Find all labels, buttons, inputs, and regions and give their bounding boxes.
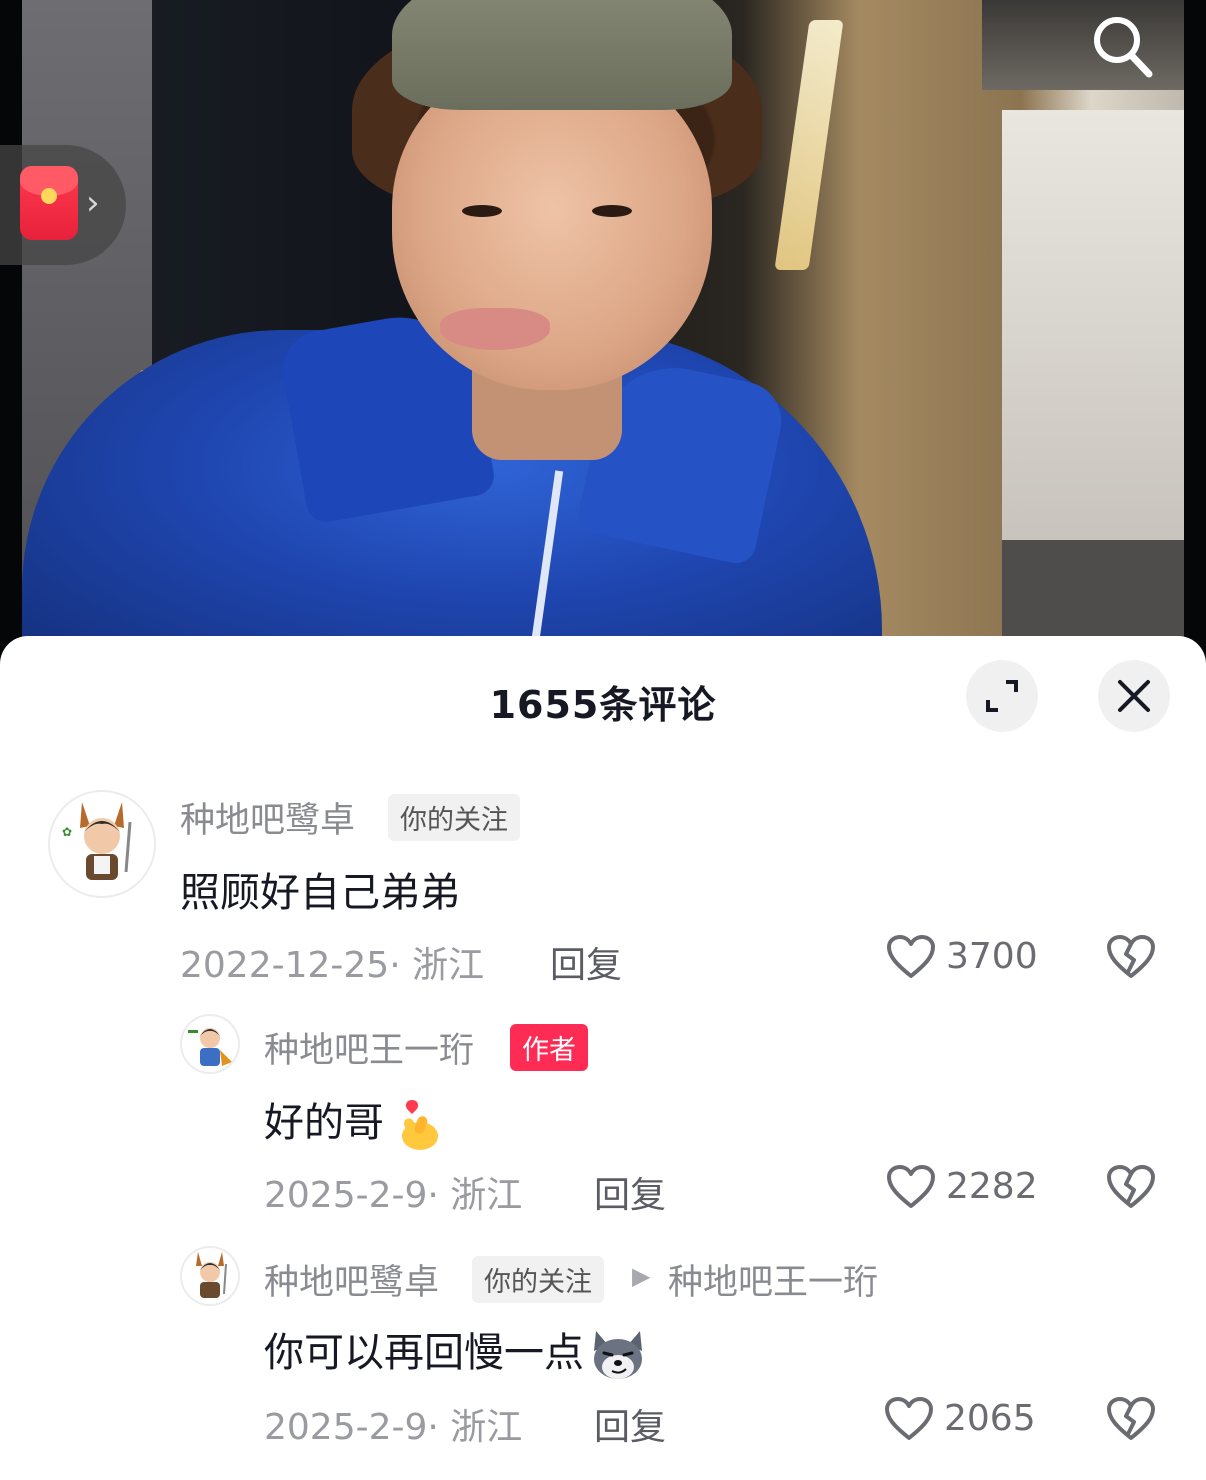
cartoon-farmer-avatar-icon — [196, 1252, 227, 1298]
video-player[interactable]: › — [0, 0, 1206, 660]
broken-heart-icon[interactable] — [1106, 1164, 1156, 1210]
avatar[interactable] — [180, 1014, 240, 1074]
finger-heart-emoji — [402, 1100, 438, 1150]
comment-location: 浙江 — [450, 1175, 523, 1216]
close-icon — [1118, 680, 1150, 712]
cartoon-farmer-avatar-icon: ✿ — [62, 802, 132, 880]
search-icon — [1094, 17, 1153, 78]
author-tag: 作者 — [510, 1024, 588, 1071]
red-packet-icon — [20, 166, 78, 240]
like-count: 2282 — [946, 1166, 1038, 1207]
comment-meta: 2022-12-25· 浙江 — [180, 945, 485, 986]
reply-to-username[interactable]: 种地吧王一珩 — [668, 1254, 878, 1305]
heart-icon[interactable] — [886, 934, 936, 980]
reply-button[interactable]: 回复 — [550, 936, 622, 988]
chevron-right-icon: › — [86, 183, 100, 223]
broken-heart-icon[interactable] — [1106, 1396, 1156, 1442]
smirk-dog-emoji — [594, 1331, 642, 1379]
avatar[interactable] — [180, 1246, 240, 1306]
svg-text:✿: ✿ — [62, 825, 72, 839]
heart-icon[interactable] — [886, 1164, 936, 1210]
comment-date: 2025-2-9 — [264, 1407, 428, 1448]
comment-text[interactable]: 好的哥 — [264, 1090, 442, 1152]
broken-heart-icon[interactable] — [1106, 934, 1156, 980]
reply-arrow-icon: ▶ — [632, 1262, 651, 1290]
heart-icon[interactable] — [884, 1396, 934, 1442]
following-tag: 你的关注 — [472, 1256, 604, 1303]
comment-username[interactable]: 种地吧王一珩 — [264, 1022, 474, 1073]
comment-meta: 2025-2-9· 浙江 — [264, 1407, 523, 1448]
video-frame — [22, 0, 1184, 660]
comment-text[interactable]: 照顾好自己弟弟 — [180, 860, 460, 918]
comment-username[interactable]: 种地吧鹭卓 — [180, 792, 355, 843]
expand-button[interactable] — [966, 660, 1038, 732]
like-count: 3700 — [946, 936, 1038, 977]
comment-location: 浙江 — [450, 1407, 523, 1448]
search-button[interactable] — [1085, 10, 1157, 82]
cartoon-farmer-avatar-icon — [188, 1028, 232, 1066]
close-button[interactable] — [1098, 660, 1170, 732]
reply-button[interactable]: 回复 — [594, 1166, 666, 1218]
comment-meta: 2025-2-9· 浙江 — [264, 1175, 523, 1216]
comment-date: 2022-12-25 — [180, 945, 390, 986]
following-tag: 你的关注 — [388, 794, 520, 841]
avatar[interactable]: ✿ — [48, 790, 156, 898]
comment-date: 2025-2-9 — [264, 1175, 428, 1216]
comment-location: 浙江 — [412, 945, 485, 986]
reply-button[interactable]: 回复 — [594, 1398, 666, 1450]
comment-username[interactable]: 种地吧鹭卓 — [264, 1254, 439, 1305]
like-count: 2065 — [944, 1398, 1036, 1439]
comment-text[interactable]: 你可以再回慢一点 — [264, 1320, 648, 1383]
expand-icon — [986, 680, 1018, 712]
